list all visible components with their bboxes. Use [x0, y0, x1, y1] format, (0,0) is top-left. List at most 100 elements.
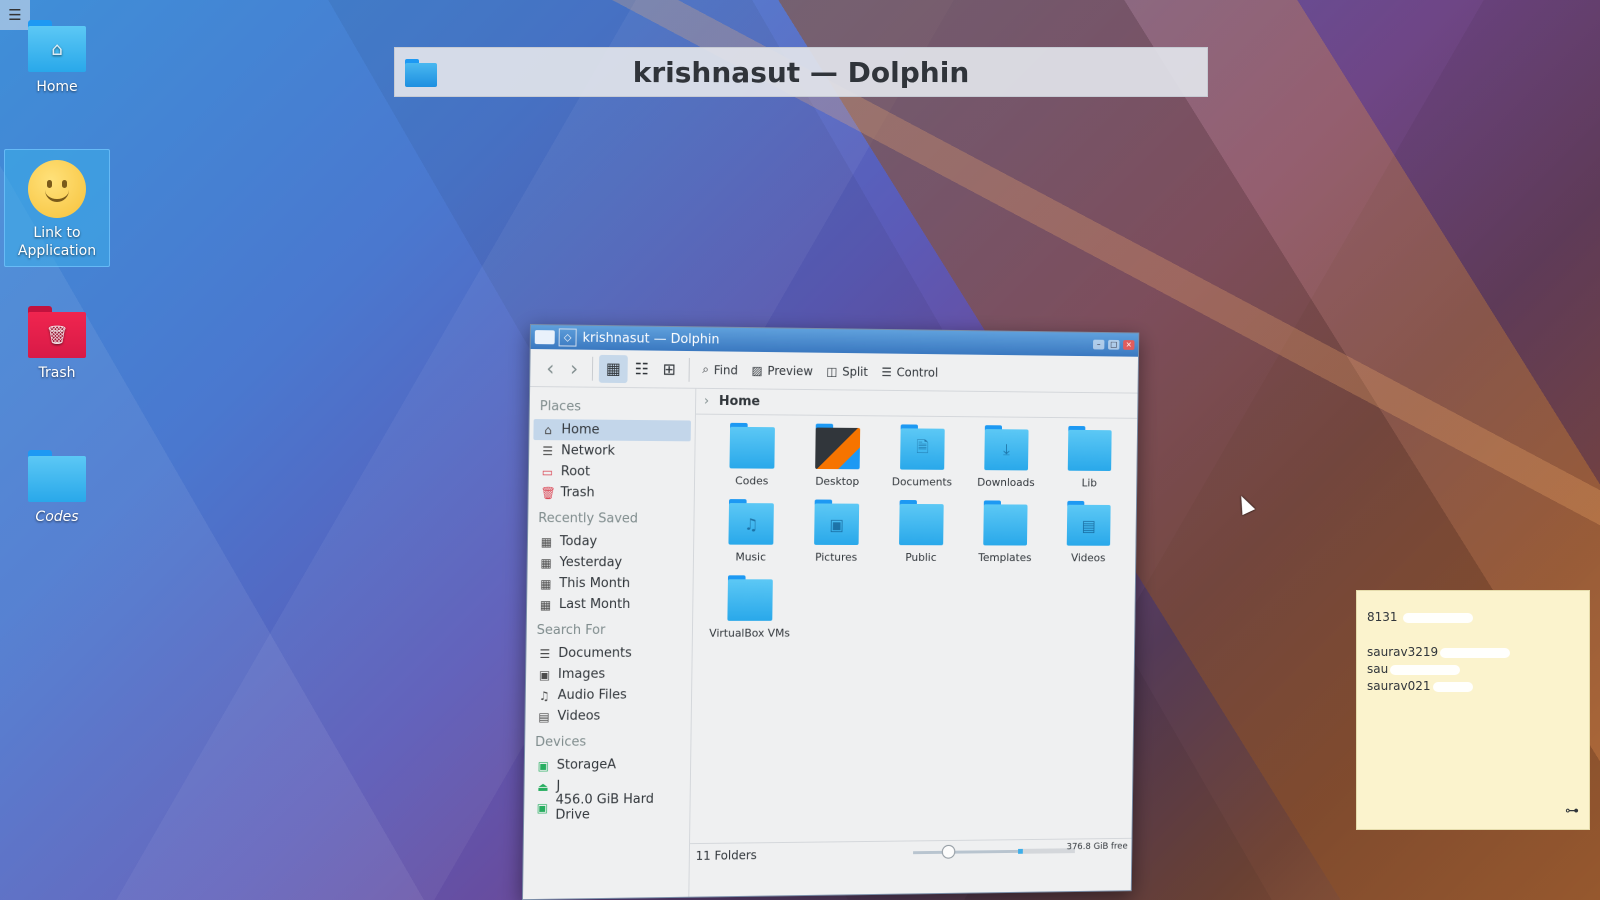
desktop-icon-label: Home [36, 79, 78, 95]
places-item-label: Trash [560, 485, 595, 501]
search-item-videos[interactable]: ▤ Videos [529, 705, 687, 727]
breadcrumb-current[interactable]: Home [719, 394, 760, 409]
link-folder-icon [28, 450, 86, 502]
zoom-slider-handle[interactable] [941, 844, 956, 859]
folder-icon [815, 423, 861, 470]
back-arrow-icon[interactable]: ‹ [538, 356, 562, 380]
search-item-images[interactable]: ▣ Images [530, 664, 688, 685]
note-line: saurav3219 [1367, 644, 1579, 661]
icons-view-icon: ▦ [605, 358, 622, 379]
places-header: Places [539, 399, 582, 415]
folder-icon: 🗎 [900, 424, 945, 470]
calendar-icon: ▦ [540, 576, 552, 591]
search-item-documents[interactable]: ☰ Documents [530, 643, 688, 664]
folder-item[interactable]: ♫ Music [708, 499, 795, 564]
find-label: Find [713, 362, 738, 377]
note-text: saurav021 [1367, 679, 1431, 693]
minimize-icon[interactable]: – [1092, 339, 1105, 350]
device-item-storagea[interactable]: ▣ StorageA [529, 754, 687, 776]
folder-icon [983, 500, 1028, 546]
recent-item-this-month[interactable]: ▦ This Month [531, 573, 689, 594]
recent-item-last-month[interactable]: ▦ Last Month [531, 594, 689, 615]
switcher-title: krishnasut — Dolphin [632, 55, 970, 89]
places-item-network[interactable]: ☰ Network [533, 440, 691, 462]
device-item-label: StorageA [556, 757, 617, 773]
devices-header: Devices [535, 734, 587, 751]
folder-label: Lib [1081, 476, 1097, 490]
folder-item[interactable]: Public [879, 499, 964, 564]
folder-count: 11 Folders [695, 847, 757, 863]
folder-item[interactable]: VirtualBox VMs [707, 575, 794, 640]
folder-item[interactable]: ▣ Pictures [793, 499, 879, 564]
desktop-icon-home[interactable]: ⌂ Home [4, 20, 110, 96]
configure-icon[interactable]: ⊶ [1565, 803, 1579, 819]
folder-item[interactable]: 🗎 Documents [880, 424, 965, 489]
preview-icon: ▨ [751, 363, 763, 378]
chevron-right-icon[interactable]: › [704, 394, 709, 409]
keep-above-icon[interactable]: ◇ [558, 328, 577, 347]
places-item-root[interactable]: ▭ Root [533, 461, 691, 483]
desktop-icon-label: Codes [35, 509, 79, 525]
split-button[interactable]: ◫ Split [819, 357, 874, 385]
folder-item[interactable]: Lib [1048, 425, 1132, 490]
calendar-icon: ▦ [539, 597, 552, 612]
folder-item[interactable]: ▤ Videos [1047, 500, 1131, 564]
forward-arrow-icon[interactable]: › [562, 356, 586, 380]
recent-header: Recently Saved [538, 511, 639, 527]
file-view[interactable]: › Home Codes Desktop 🗎 Documents ⤓ Downloads L… [689, 388, 1138, 897]
recent-item-yesterday[interactable]: ▦ Yesterday [532, 552, 690, 573]
folder-icon: ♫ [728, 499, 774, 545]
folder-icon: ▣ [814, 499, 860, 546]
folder-grid: Codes Desktop 🗎 Documents ⤓ Downloads Lib ♫ Musi… [707, 422, 1132, 640]
recent-item-today[interactable]: ▦ Today [532, 531, 690, 552]
desktop-icon-codes[interactable]: Codes [4, 450, 110, 526]
dolphin-window[interactable]: ◇ krishnasut — Dolphin – □ × ‹ › ▦ ☷ ⊞ ⌕… [521, 324, 1140, 900]
desktop-icon-trash[interactable]: 🗑 Trash [4, 306, 110, 382]
folder-icon [1067, 425, 1112, 471]
recent-item-label: This Month [559, 576, 631, 592]
breadcrumb[interactable]: › Home [695, 388, 1138, 419]
folder-item[interactable]: Templates [963, 500, 1048, 564]
calendar-icon: ▦ [540, 555, 552, 570]
desktop-icon-link-to-application[interactable]: Link to Application [4, 149, 110, 267]
places-item-label: Home [561, 422, 600, 438]
places-item-label: Root [560, 464, 591, 480]
recent-item-label: Last Month [558, 597, 631, 613]
close-icon[interactable]: × [1123, 340, 1135, 350]
folder-item[interactable]: ⤓ Downloads [964, 425, 1049, 489]
app-menu-icon[interactable] [534, 330, 555, 345]
window-switcher[interactable]: krishnasut — Dolphin [394, 47, 1208, 97]
window-title: krishnasut — Dolphin [582, 330, 720, 347]
zoom-slider[interactable] [913, 844, 1028, 859]
root-folder-icon: ▭ [541, 464, 554, 479]
sticky-note[interactable]: 8131 saurav3219 sau saurav021 ⊶ [1356, 590, 1590, 830]
compact-view-button[interactable]: ☷ [628, 355, 656, 383]
preview-button[interactable]: ▨ Preview [745, 356, 820, 385]
search-item-label: Videos [557, 708, 601, 724]
find-button[interactable]: ⌕ Find [695, 356, 745, 384]
search-item-label: Documents [558, 645, 632, 661]
places-item-home[interactable]: ⌂ Home [533, 419, 691, 442]
folder-item[interactable]: Desktop [795, 423, 881, 488]
places-item-trash[interactable]: 🗑 Trash [532, 482, 690, 504]
maximize-icon[interactable]: □ [1108, 339, 1120, 350]
drive-icon: ▣ [536, 800, 549, 815]
desktop-icon-label: Link to Application [17, 225, 97, 259]
search-item-label: Images [557, 666, 606, 682]
search-item-label: Audio Files [557, 687, 627, 703]
toolbar: ‹ › ▦ ☷ ⊞ ⌕ Find ▨ Preview ◫ Split ☰ Control [530, 349, 1139, 394]
details-view-button[interactable]: ⊞ [656, 355, 683, 383]
control-button[interactable]: ☰ Control [874, 358, 945, 386]
folder-label: Public [905, 551, 937, 564]
video-icon: ▤ [538, 709, 550, 724]
search-header: Search For [536, 622, 606, 639]
folder-icon [405, 59, 437, 87]
search-item-audio[interactable]: ♫ Audio Files [530, 684, 688, 706]
icons-view-button[interactable]: ▦ [598, 354, 628, 383]
device-item-hard-drive[interactable]: ▣ 456.0 GiB Hard Drive [528, 791, 686, 822]
note-line: 8131 [1367, 609, 1579, 626]
folder-item[interactable]: Codes [709, 422, 796, 488]
home-folder-icon: ⌂ [28, 20, 86, 72]
folder-label: VirtualBox VMs [709, 626, 790, 640]
drive-icon: ▣ [537, 758, 550, 773]
